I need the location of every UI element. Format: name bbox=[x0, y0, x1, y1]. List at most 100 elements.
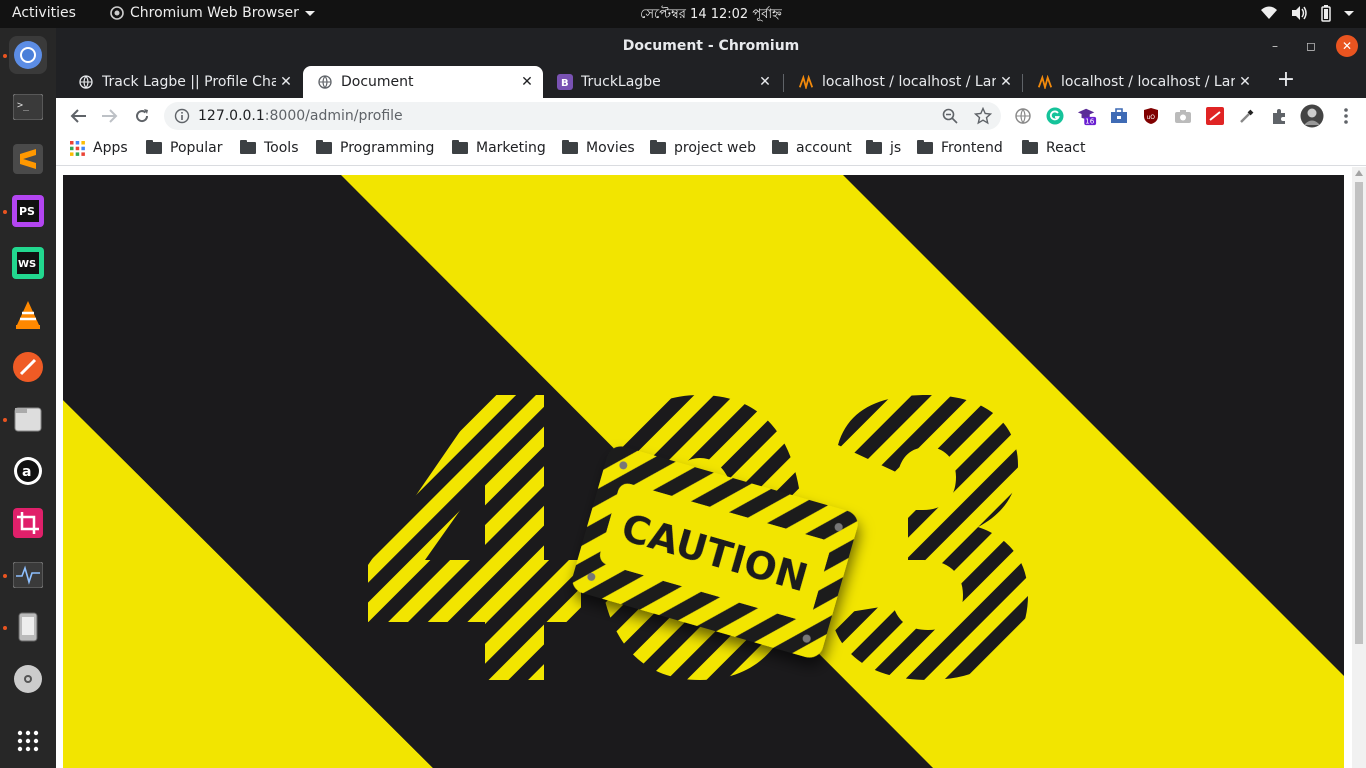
maximize-button[interactable]: ◻ bbox=[1300, 35, 1322, 57]
running-indicator bbox=[3, 626, 7, 630]
bookmark-folder-frontend[interactable]: Frontend bbox=[917, 140, 1003, 156]
running-indicator bbox=[3, 574, 7, 578]
amazon-icon[interactable]: a bbox=[9, 452, 47, 490]
folder-icon bbox=[562, 140, 578, 154]
address-bar[interactable]: 127.0.0.1:8000/admin/profile bbox=[164, 102, 1001, 130]
globe-icon bbox=[317, 74, 333, 90]
new-tab-button[interactable]: + bbox=[1272, 69, 1300, 93]
webstorm-icon[interactable]: WS bbox=[9, 244, 47, 282]
phpstorm-icon[interactable]: PS bbox=[9, 192, 47, 230]
running-indicator bbox=[3, 418, 7, 422]
profile-avatar[interactable] bbox=[1300, 104, 1324, 128]
minimize-button[interactable]: – bbox=[1264, 35, 1286, 57]
grammarly-icon[interactable] bbox=[1045, 106, 1065, 126]
folder-icon bbox=[917, 140, 933, 154]
close-tab-icon[interactable]: ✕ bbox=[1235, 74, 1255, 90]
bookmark-folder-project-web[interactable]: project web bbox=[650, 140, 756, 156]
caution-403-graphic: CAUTION 403 bbox=[63, 175, 1344, 768]
scroll-up-arrow-icon[interactable] bbox=[1355, 170, 1363, 176]
graduation-cap-icon[interactable]: 16 bbox=[1077, 106, 1097, 126]
phone-icon[interactable] bbox=[9, 608, 47, 646]
tab-trucklagbe[interactable]: B TruckLagbe ✕ bbox=[543, 66, 781, 98]
url-path: :8000/admin/profile bbox=[264, 108, 403, 124]
tab-label: Document bbox=[341, 74, 414, 90]
close-tab-icon[interactable]: ✕ bbox=[996, 74, 1016, 90]
bootstrap-icon: B bbox=[557, 74, 573, 90]
bookmark-folder-tools[interactable]: Tools bbox=[240, 140, 299, 156]
info-icon[interactable] bbox=[174, 108, 190, 128]
close-tab-icon[interactable]: ✕ bbox=[276, 74, 296, 90]
tab-phpmyadmin-2[interactable]: localhost / localhost / Laravel ✕ bbox=[1023, 66, 1261, 98]
toolbox-icon[interactable] bbox=[1109, 106, 1129, 126]
close-tab-icon[interactable]: ✕ bbox=[755, 74, 775, 90]
extension-badge: 16 bbox=[1085, 117, 1095, 126]
phpmyadmin-icon bbox=[798, 74, 814, 90]
gnome-top-bar: Activities Chromium Web Browser সেপ্টেম্… bbox=[0, 0, 1366, 28]
tab-label: TruckLagbe bbox=[581, 74, 661, 90]
color-picker-icon[interactable] bbox=[1237, 106, 1257, 126]
bookmark-label: account bbox=[796, 140, 852, 156]
tab-label: localhost / localhost / Laravel bbox=[822, 74, 996, 90]
chromium-icon[interactable] bbox=[9, 36, 47, 74]
bookmark-folder-movies[interactable]: Movies bbox=[562, 140, 635, 156]
tab-label: localhost / localhost / Laravel bbox=[1061, 74, 1235, 90]
forward-arrow-icon[interactable] bbox=[98, 104, 122, 128]
system-monitor-icon[interactable] bbox=[9, 556, 47, 594]
folder-icon bbox=[240, 140, 256, 154]
tab-track-lagbe[interactable]: Track Lagbe || Profile Change ✕ bbox=[64, 66, 302, 98]
bookmark-folder-marketing[interactable]: Marketing bbox=[452, 140, 546, 156]
bookmark-star-icon[interactable] bbox=[973, 106, 993, 129]
bookmark-apps[interactable]: Apps bbox=[70, 140, 128, 156]
folder-icon bbox=[866, 140, 882, 154]
svg-text:B: B bbox=[561, 78, 569, 89]
window-title: Document - Chromium bbox=[622, 38, 800, 54]
volume-icon bbox=[1292, 6, 1307, 20]
back-arrow-icon[interactable] bbox=[66, 104, 90, 128]
bookmark-folder-account[interactable]: account bbox=[772, 140, 852, 156]
tab-phpmyadmin-1[interactable]: localhost / localhost / Laravel ✕ bbox=[784, 66, 1022, 98]
running-indicator bbox=[3, 54, 7, 58]
close-window-button[interactable]: ✕ bbox=[1336, 35, 1358, 57]
show-applications-icon[interactable] bbox=[9, 722, 47, 760]
bookmark-folder-react[interactable]: React bbox=[1022, 140, 1085, 156]
bookmark-label: js bbox=[890, 140, 902, 156]
zoom-icon[interactable] bbox=[942, 108, 958, 128]
bookmark-label: Movies bbox=[586, 140, 635, 156]
svg-text:>_: >_ bbox=[17, 100, 30, 111]
phpmyadmin-icon bbox=[1037, 74, 1053, 90]
tab-document[interactable]: Document ✕ bbox=[303, 66, 543, 98]
files-icon[interactable] bbox=[9, 400, 47, 438]
more-vertical-icon[interactable] bbox=[1336, 106, 1356, 126]
scrollbar-thumb[interactable] bbox=[1355, 182, 1363, 644]
window-titlebar[interactable]: Document - Chromium – ◻ ✕ bbox=[56, 28, 1366, 64]
sublime-text-icon[interactable] bbox=[9, 140, 47, 178]
screenshot-crop-icon[interactable] bbox=[9, 504, 47, 542]
system-tray[interactable] bbox=[1260, 4, 1354, 22]
bookmark-folder-popular[interactable]: Popular bbox=[146, 140, 223, 156]
ublock-icon[interactable]: uO bbox=[1141, 106, 1161, 126]
close-tab-icon[interactable]: ✕ bbox=[517, 74, 537, 90]
clock[interactable]: সেপ্টেম্বর 14 12:02 পূর্বাহ্ন bbox=[0, 5, 1366, 26]
vlc-icon[interactable] bbox=[9, 296, 47, 334]
bookmark-folder-programming[interactable]: Programming bbox=[316, 140, 434, 156]
postman-icon[interactable] bbox=[9, 348, 47, 386]
browser-toolbar: 127.0.0.1:8000/admin/profile 16 uO bbox=[56, 98, 1366, 134]
battery-icon bbox=[1321, 5, 1331, 22]
wifi-icon bbox=[1261, 6, 1277, 19]
terminal-icon[interactable]: >_ bbox=[9, 88, 47, 126]
folder-icon bbox=[1022, 140, 1038, 154]
camera-icon[interactable] bbox=[1173, 106, 1193, 126]
svg-text:uO: uO bbox=[1147, 114, 1156, 121]
url-text[interactable]: 127.0.0.1:8000/admin/profile bbox=[198, 108, 403, 124]
extensions-puzzle-icon[interactable] bbox=[1269, 106, 1289, 126]
dvd-icon[interactable] bbox=[9, 660, 47, 698]
svg-text:a: a bbox=[22, 464, 31, 480]
translate-icon[interactable] bbox=[1013, 106, 1033, 126]
globe-icon bbox=[78, 74, 94, 90]
bookmark-folder-js[interactable]: js bbox=[866, 140, 901, 156]
page-viewport: CAUTION 403 bbox=[56, 167, 1366, 768]
bookmark-label: Tools bbox=[264, 140, 299, 156]
pdf-icon[interactable] bbox=[1205, 106, 1225, 126]
bookmark-label: project web bbox=[674, 140, 756, 156]
reload-icon[interactable] bbox=[130, 104, 154, 128]
